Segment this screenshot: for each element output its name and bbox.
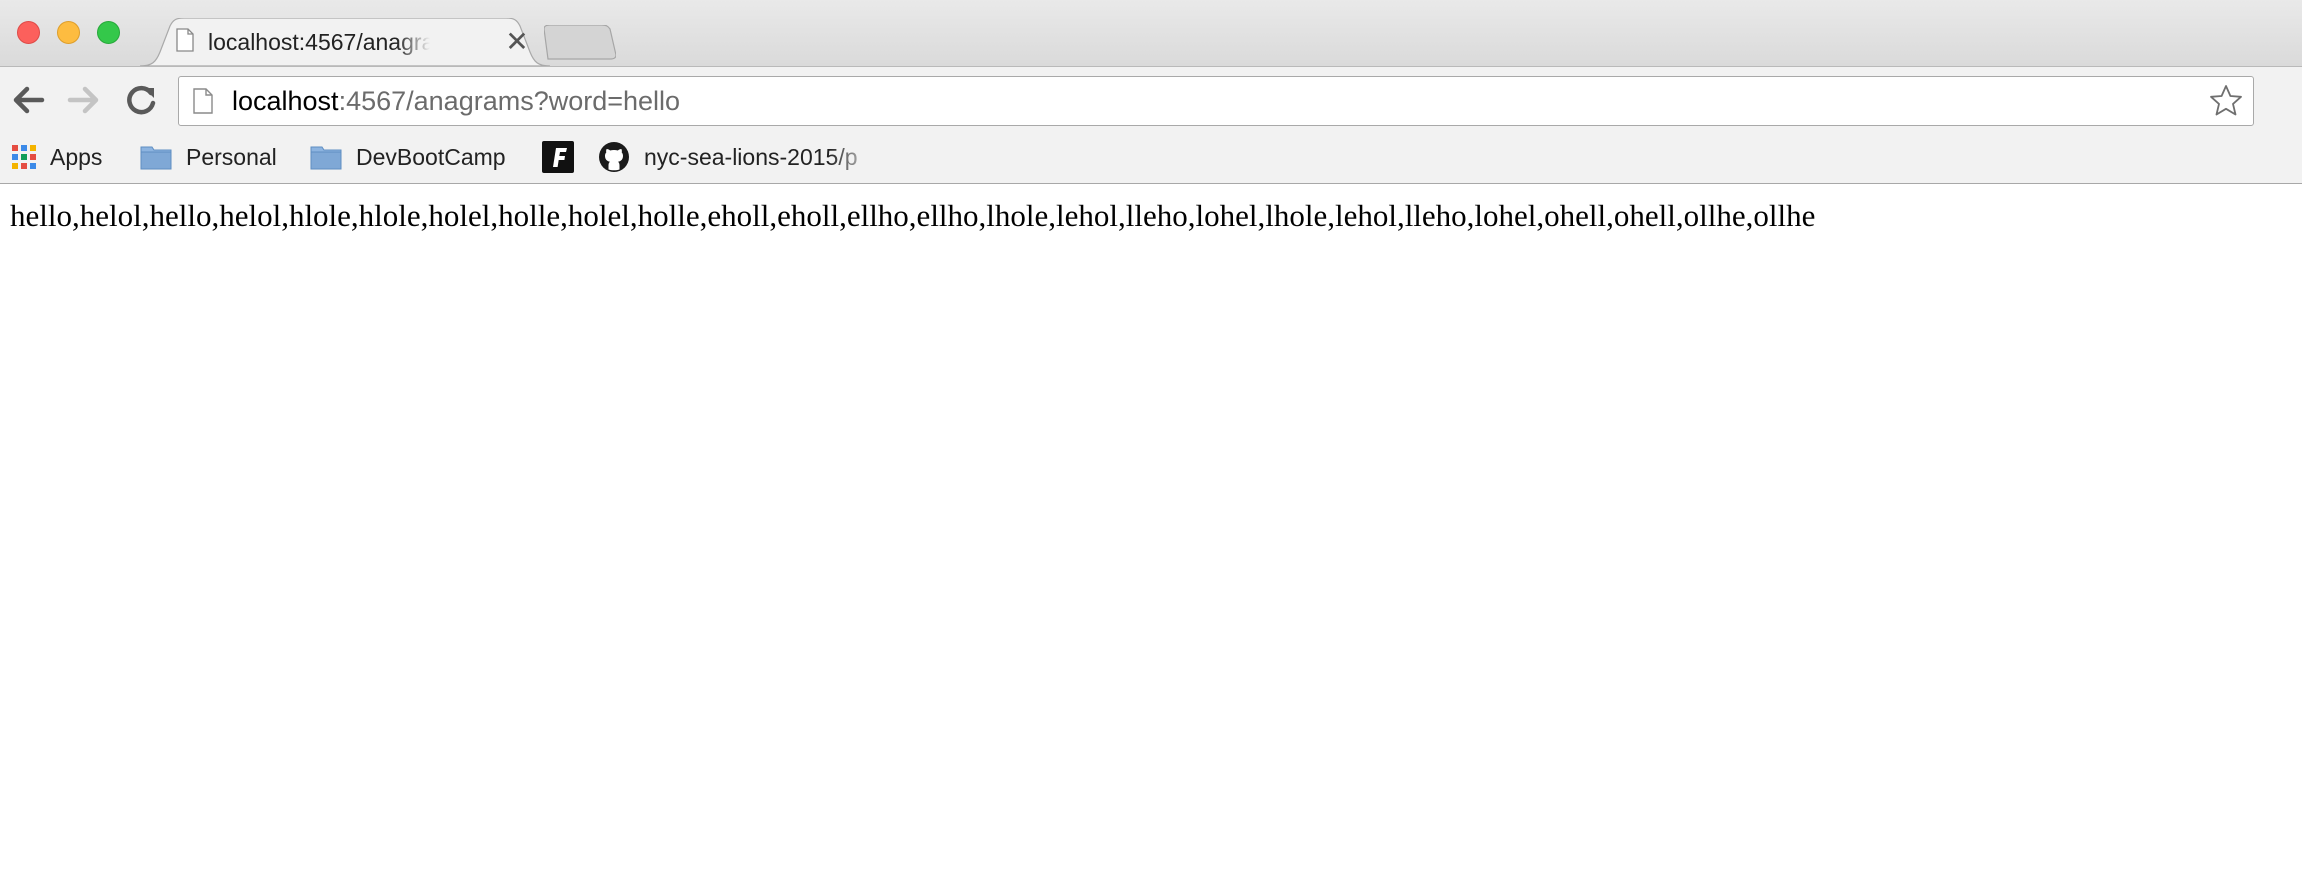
bookmarks-bar: Apps Personal DevBootCamp nyc-sea-lions-… <box>0 132 2302 184</box>
github-icon <box>599 142 629 172</box>
page-content: hello,helol,hello,helol,hlole,hlole,hole… <box>0 184 2302 882</box>
apps-grid-icon <box>12 145 36 169</box>
bookmark-label: DevBootCamp <box>356 143 506 170</box>
arrow-right-icon <box>67 86 99 114</box>
minimize-window-button[interactable] <box>57 21 80 44</box>
forward-button[interactable] <box>66 83 102 117</box>
bookmark-f-brand[interactable] <box>542 132 574 182</box>
page-icon <box>176 28 194 52</box>
maximize-window-button[interactable] <box>97 21 120 44</box>
bookmark-label: nyc-sea-lions-2015/p <box>644 143 858 170</box>
address-bar[interactable]: localhost:4567/anagrams?word=hello <box>178 76 2254 126</box>
url-host: localhost <box>232 86 339 116</box>
folder-icon <box>140 146 172 170</box>
reload-icon <box>127 85 156 115</box>
arrow-left-icon <box>13 86 45 114</box>
page-icon <box>193 88 213 114</box>
browser-window: localhost:4567/anagrams?word=hello ✕ <box>0 0 2302 882</box>
toolbar: localhost:4567/anagrams?word=hello <box>0 66 2302 132</box>
tab-close-icon[interactable]: ✕ <box>502 27 532 57</box>
url-text[interactable]: localhost:4567/anagrams?word=hello <box>232 77 680 125</box>
bookmark-github[interactable]: nyc-sea-lions-2015/p <box>598 132 876 182</box>
reload-button[interactable] <box>124 83 160 117</box>
folder-icon <box>310 146 342 170</box>
bookmark-folder-personal[interactable]: Personal <box>140 132 277 182</box>
close-window-button[interactable] <box>17 21 40 44</box>
star-icon[interactable] <box>2209 84 2243 118</box>
tab-active[interactable]: localhost:4567/anagrams?word=hello ✕ <box>140 18 550 66</box>
tab-title: localhost:4567/anagrams?word=hello <box>208 29 430 55</box>
bookmark-folder-devbootcamp[interactable]: DevBootCamp <box>310 132 506 182</box>
f-brand-icon <box>542 141 574 173</box>
bookmark-label: Apps <box>50 143 103 170</box>
url-path: :4567/anagrams?word=hello <box>338 86 681 116</box>
new-tab-button[interactable] <box>543 24 617 61</box>
bookmark-apps[interactable]: Apps <box>12 132 102 182</box>
back-button[interactable] <box>10 83 46 117</box>
bookmark-label: Personal <box>186 143 277 170</box>
tab-strip: localhost:4567/anagrams?word=hello ✕ <box>0 0 2302 66</box>
anagram-results-text: hello,helol,hello,helol,hlole,hlole,hole… <box>10 198 1816 233</box>
